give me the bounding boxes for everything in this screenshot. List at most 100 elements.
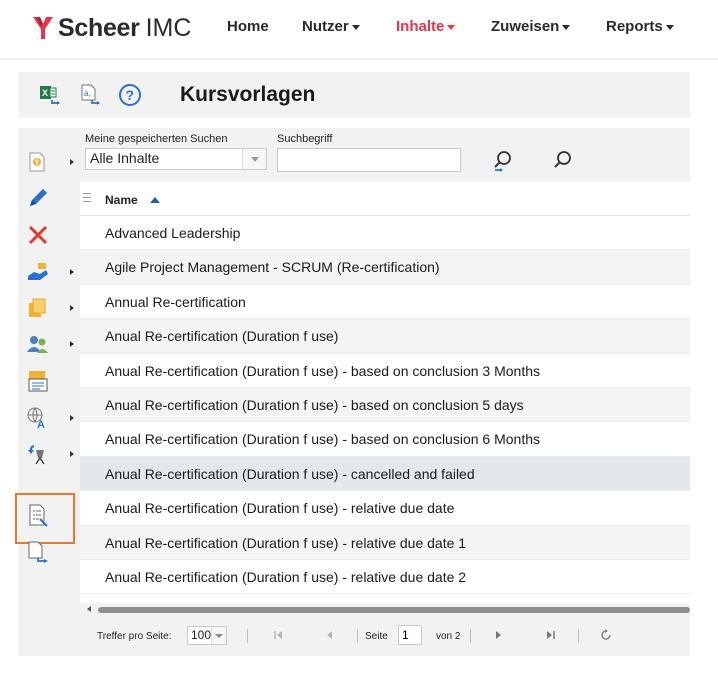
per-page-dropdown[interactable]: 100 — [187, 626, 227, 645]
chevron-down-icon — [665, 25, 674, 30]
saved-searches-value: Alle Inhalte — [90, 150, 160, 166]
table-row[interactable]: Anual Re-certification (Duration f use) … — [80, 560, 690, 594]
horizontal-scrollbar[interactable] — [80, 603, 690, 617]
table-row[interactable]: Agile Project Management - SCRUM (Re-cer… — [80, 250, 690, 285]
chevron-right-icon — [70, 451, 74, 457]
nav-nutzer[interactable]: Nutzer — [302, 18, 360, 35]
page-count-label: von 2 — [436, 631, 461, 642]
nav-nutzer-label: Nutzer — [302, 18, 349, 35]
svg-text:X: X — [42, 88, 48, 98]
relocate-icon — [28, 445, 45, 465]
scrollbar-thumb[interactable] — [98, 607, 690, 613]
catalog-button[interactable] — [26, 369, 70, 401]
nav-divider — [0, 58, 718, 60]
previous-page-icon[interactable] — [325, 630, 335, 640]
row-name: Anual Re-certification (Duration f use) … — [105, 569, 467, 585]
logo[interactable]: Scheer IMC — [32, 12, 191, 44]
page-title: Kursvorlagen — [180, 83, 316, 106]
nav-inhalte-label: Inhalte — [396, 18, 445, 35]
table-row[interactable]: Advanced Leadership — [80, 216, 690, 251]
chevron-down-icon — [562, 25, 571, 30]
page-label: Seite — [365, 631, 388, 642]
row-name: Anual Re-certification (Duration f use) … — [105, 500, 455, 517]
column-menu-icon[interactable] — [83, 193, 91, 205]
chevron-down-icon[interactable] — [242, 149, 266, 169]
export-icon — [28, 541, 48, 563]
page-number-input[interactable] — [398, 625, 422, 645]
assign-icon — [28, 263, 48, 280]
table-row[interactable]: Annual Re-certification — [80, 285, 690, 320]
row-name: Advanced Leadership — [105, 225, 241, 241]
row-name: Annual Re-certification — [105, 293, 246, 310]
edit-button[interactable] — [26, 186, 70, 218]
table-row[interactable]: Anual Re-certification (Duration f use) … — [80, 354, 690, 388]
row-name: Anual Re-certification (Duration f use) … — [105, 431, 540, 448]
new-course-button[interactable] — [26, 150, 74, 182]
chevron-right-icon — [70, 341, 74, 347]
table-row-selected[interactable]: Anual Re-certification (Duration f use) … — [80, 456, 690, 492]
last-page-icon[interactable] — [545, 630, 555, 640]
brand-suffix: IMC — [145, 13, 192, 42]
chevron-down-icon — [351, 25, 360, 30]
svg-text:a,: a, — [84, 89, 91, 98]
copy-icon — [29, 298, 46, 317]
svg-text:A: A — [37, 419, 45, 430]
page-header: X a, ? Kursvorlagen — [18, 72, 690, 118]
chevron-right-icon — [70, 159, 74, 165]
top-navigation: Scheer IMC Home Nutzer Inhalte Zuweisen … — [0, 0, 718, 56]
nav-reports-label: Reports — [606, 18, 663, 35]
advanced-search-icon[interactable] — [492, 149, 514, 173]
search-input[interactable] — [277, 148, 461, 172]
nav-inhalte[interactable]: Inhalte — [396, 18, 456, 35]
nav-home[interactable]: Home — [227, 18, 269, 35]
checklist-icon — [29, 504, 48, 527]
scroll-left-icon[interactable] — [87, 606, 91, 612]
checklist-button[interactable] — [26, 503, 70, 535]
delete-icon — [28, 225, 48, 245]
search-term-label: Suchbegriff — [277, 133, 333, 145]
table-row[interactable]: Anual Re-certification (Duration f use) … — [80, 525, 690, 560]
column-header-name[interactable]: Name — [105, 193, 138, 207]
chevron-down-icon[interactable] — [211, 627, 226, 644]
row-name: Anual Re-certification (Duration f use) … — [105, 465, 475, 482]
search-panel: Meine gespeicherten Suchen Suchbegriff A… — [80, 128, 690, 182]
help-icon[interactable]: ? — [118, 83, 142, 107]
copy-button[interactable] — [26, 296, 74, 328]
table-row[interactable]: Anual Re-certification (Duration f use) … — [80, 388, 690, 423]
pager-divider — [470, 629, 471, 643]
chevron-right-icon — [70, 269, 74, 275]
new-course-icon — [29, 152, 45, 172]
table-row[interactable]: Anual Re-certification (Duration f use) … — [80, 491, 690, 526]
excel-export-icon[interactable]: X — [38, 83, 62, 107]
chevron-right-icon — [70, 305, 74, 311]
nav-zuweisen-label: Zuweisen — [491, 18, 560, 35]
nav-zuweisen[interactable]: Zuweisen — [491, 18, 571, 35]
document-export-icon[interactable]: a, — [78, 83, 102, 107]
first-page-icon[interactable] — [274, 630, 284, 640]
pager-divider — [247, 629, 248, 643]
users-button[interactable] — [26, 332, 74, 364]
users-icon — [27, 336, 48, 353]
row-name: Anual Re-certification (Duration f use) … — [105, 534, 467, 551]
table-row[interactable]: Anual Re-certification (Duration f use) … — [80, 422, 690, 457]
translate-button[interactable]: A — [26, 406, 74, 438]
chevron-down-icon — [447, 25, 456, 30]
next-page-icon[interactable] — [493, 630, 503, 640]
per-page-value: 100 — [191, 628, 212, 642]
per-page-label: Treffer pro Seite: — [97, 631, 172, 642]
nav-reports[interactable]: Reports — [606, 18, 674, 35]
row-name: Anual Re-certification (Duration f use) — [105, 328, 339, 345]
pager-divider — [578, 629, 579, 643]
grid-header: Name — [80, 182, 690, 216]
export-button[interactable] — [26, 540, 70, 572]
scheer-logo-icon — [33, 17, 53, 39]
saved-searches-dropdown[interactable]: Alle Inhalte — [85, 148, 267, 170]
catalog-icon — [28, 371, 48, 392]
assign-button[interactable] — [26, 260, 74, 292]
brand-name: Scheer — [58, 13, 140, 42]
table-row[interactable]: Anual Re-certification (Duration f use) — [80, 319, 690, 354]
search-icon[interactable] — [553, 150, 573, 170]
delete-button[interactable] — [26, 223, 70, 255]
relocate-button[interactable] — [26, 442, 74, 474]
refresh-icon[interactable] — [600, 629, 612, 641]
